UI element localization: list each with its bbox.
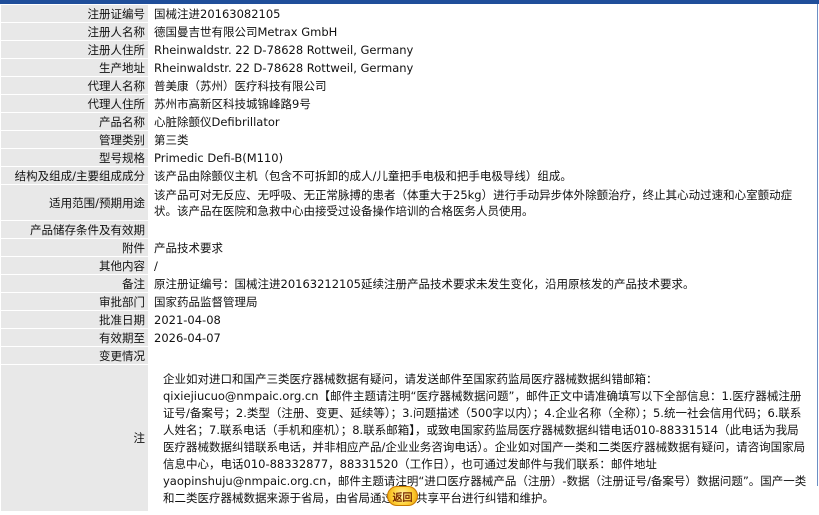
row-registrant-address: 注册人住所 Rheinwaldstr. 22 D-78628 Rottweil,… [0,40,816,59]
row-production-address: 生产地址 Rheinwaldstr. 22 D-78628 Rottweil, … [0,58,816,77]
label-agent-name: 代理人名称 [0,76,149,95]
value-approval-date: 2021-04-08 [148,310,816,329]
value-product-name: 心脏除颤仪Defibrillator [148,112,816,131]
value-structure-composition: 该产品由除颤仪主机（包含不可拆卸的成人/儿童把手电极和把手电极导线）组成。 [148,166,816,185]
value-change-status [148,346,816,365]
value-registrant-address: Rheinwaldstr. 22 D-78628 Rottweil, Germa… [148,40,816,59]
value-registrant-name: 德国曼吉世有限公司Metrax GmbH [148,22,816,41]
label-structure-composition: 结构及组成/主要组成成分 [0,166,149,185]
label-registration-number: 注册证编号 [0,4,149,23]
row-approval-date: 批准日期 2021-04-08 [0,310,816,329]
row-agent-address: 代理人住所 苏州市高新区科技城锦峰路9号 [0,94,816,113]
label-management-category: 管理类别 [0,130,149,149]
row-approval-department: 审批部门 国家药品监督管理局 [0,292,816,311]
label-valid-until: 有效期至 [0,328,149,347]
label-registrant-name: 注册人名称 [0,22,149,41]
label-intended-use: 适用范围/预期用途 [0,184,149,221]
value-other-content: / [148,256,816,275]
row-change-status: 变更情况 [0,346,816,365]
label-note: 注 [0,364,149,512]
label-remarks: 备注 [0,274,149,293]
row-registrant-name: 注册人名称 德国曼吉世有限公司Metrax GmbH [0,22,816,41]
value-intended-use: 该产品可对无反应、无呼吸、无正常脉搏的患者（体重大于25kg）进行手动异步体外除… [148,184,816,221]
page: 注册证编号 国械注进20163082105 注册人名称 德国曼吉世有限公司Met… [0,0,819,515]
value-valid-until: 2026-04-07 [148,328,816,347]
row-model-spec: 型号规格 Primedic Defi-B(M110) [0,148,816,167]
row-attachment: 附件 产品技术要求 [0,238,816,257]
value-registration-number: 国械注进20163082105 [148,4,816,23]
label-agent-address: 代理人住所 [0,94,149,113]
value-management-category: 第三类 [148,130,816,149]
label-approval-department: 审批部门 [0,292,149,311]
note-text: 企业如对进口和国产三类医疗器械数据有疑问，请发送邮件至国家药监局医疗器械数据纠错… [163,372,807,505]
row-storage-conditions: 产品储存条件及有效期 [0,220,816,239]
label-approval-date: 批准日期 [0,310,149,329]
label-model-spec: 型号规格 [0,148,149,167]
row-valid-until: 有效期至 2026-04-07 [0,328,816,347]
row-remarks: 备注 原注册证编号：国械注进20163212105延续注册产品技术要求未发生变化… [0,274,816,293]
row-agent-name: 代理人名称 普美康（苏州）医疗科技有限公司 [0,76,816,95]
registration-detail-table: 注册证编号 国械注进20163082105 注册人名称 德国曼吉世有限公司Met… [0,4,816,512]
value-production-address: Rheinwaldstr. 22 D-78628 Rottweil, Germa… [148,58,816,77]
label-attachment: 附件 [0,238,149,257]
label-other-content: 其他内容 [0,256,149,275]
label-change-status: 变更情况 [0,346,149,365]
value-model-spec: Primedic Defi-B(M110) [148,148,816,167]
value-agent-address: 苏州市高新区科技城锦峰路9号 [148,94,816,113]
value-agent-name: 普美康（苏州）医疗科技有限公司 [148,76,816,95]
value-approval-department: 国家药品监督管理局 [148,292,816,311]
label-registrant-address: 注册人住所 [0,40,149,59]
row-structure-composition: 结构及组成/主要组成成分 该产品由除颤仪主机（包含不可拆卸的成人/儿童把手电极和… [0,166,816,185]
back-button[interactable]: 返回 [387,486,418,506]
row-registration-number: 注册证编号 国械注进20163082105 [0,4,816,23]
label-production-address: 生产地址 [0,58,149,77]
row-intended-use: 适用范围/预期用途 该产品可对无反应、无呼吸、无正常脉搏的患者（体重大于25kg… [0,184,816,221]
row-product-name: 产品名称 心脏除颤仪Defibrillator [0,112,816,131]
value-attachment: 产品技术要求 [148,238,816,257]
label-storage-conditions: 产品储存条件及有效期 [0,220,149,239]
label-product-name: 产品名称 [0,112,149,131]
value-remarks: 原注册证编号：国械注进20163212105延续注册产品技术要求未发生变化，沿用… [148,274,816,293]
value-note: 企业如对进口和国产三类医疗器械数据有疑问，请发送邮件至国家药监局医疗器械数据纠错… [148,364,816,512]
row-other-content: 其他内容 / [0,256,816,275]
value-storage-conditions [148,220,816,239]
row-management-category: 管理类别 第三类 [0,130,816,149]
